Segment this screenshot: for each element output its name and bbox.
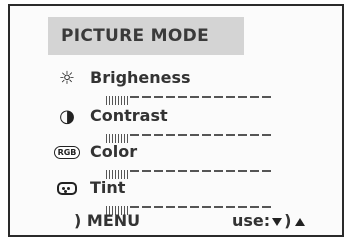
use-hint: use:) <box>232 211 306 230</box>
menu-hint[interactable]: ) MENU <box>74 211 140 230</box>
menu-item-tint[interactable]: Tint <box>10 178 342 215</box>
sun-icon: ☼ <box>58 67 76 89</box>
menu-item-label: Contrast <box>90 106 168 125</box>
down-arrow-icon <box>272 217 283 226</box>
color-slider[interactable] <box>106 164 276 179</box>
menu-title: PICTURE MODE <box>61 26 209 46</box>
slider-fill <box>106 164 130 179</box>
slider-fill <box>106 128 130 143</box>
tint-icon <box>52 178 82 198</box>
rgb-icon-text: RGB <box>53 145 81 159</box>
rgb-icon: RGB <box>52 142 82 162</box>
slider-fill <box>106 200 130 215</box>
contrast-slider[interactable] <box>106 128 276 143</box>
up-arrow-icon <box>295 217 306 226</box>
menu-item-label: Brigheness <box>90 68 191 87</box>
menu-prefix: ) <box>74 211 82 230</box>
paren: ) <box>284 211 292 230</box>
picture-mode-osd: PICTURE MODE ☼ Brigheness ◑ Contrast RGB… <box>8 4 344 237</box>
slider-fill <box>106 90 130 105</box>
title-bar: PICTURE MODE <box>48 17 244 55</box>
menu-item-label: Tint <box>90 178 126 197</box>
menu-label: MENU <box>86 211 141 230</box>
half-circle-icon: ◑ <box>59 105 75 127</box>
tint-slider[interactable] <box>106 200 276 215</box>
menu-item-contrast[interactable]: ◑ Contrast <box>10 105 342 143</box>
menu-item-brightness[interactable]: ☼ Brigheness <box>10 67 342 105</box>
menu-item-color[interactable]: RGB Color <box>10 142 342 179</box>
menu-item-label: Color <box>90 142 138 161</box>
use-label: use: <box>232 211 271 230</box>
brightness-slider[interactable] <box>106 90 276 105</box>
